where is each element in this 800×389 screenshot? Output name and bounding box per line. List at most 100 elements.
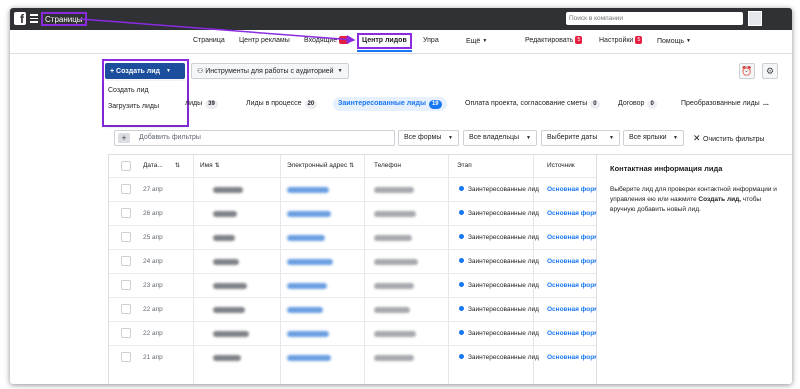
row-source[interactable]: Основная форма: [547, 202, 603, 226]
header-email[interactable]: Электронный адрес ⇅: [287, 155, 354, 177]
gear-icon[interactable]: ⚙: [762, 63, 778, 79]
row-source[interactable]: Основная форма: [547, 322, 603, 346]
add-filters-label: Добавить фильтры: [139, 134, 201, 141]
row-stage: Заинтересованные лид: [459, 226, 539, 250]
row-name-redacted: [213, 235, 235, 241]
tab-label: Договор: [618, 100, 645, 107]
nav-settings-label: Настройки: [599, 37, 634, 44]
table-row[interactable]: 23 апр Заинтересованные лид Основная форма: [109, 273, 603, 298]
audience-tools-label: Инструменты для работы с аудиторией: [205, 68, 334, 75]
row-phone-redacted: [374, 211, 416, 217]
table-row[interactable]: 22 апр Заинтересованные лид Основная форма: [109, 297, 603, 321]
row-source[interactable]: Основная форма: [547, 250, 603, 274]
pages-label[interactable]: Страницы: [41, 12, 87, 26]
tab-label: Оплата проекта, согласование сметы: [465, 100, 588, 107]
tab-payment[interactable]: Оплата проекта, согласование сметы 0: [465, 97, 600, 111]
row-checkbox[interactable]: [121, 256, 131, 266]
menu-icon[interactable]: [30, 14, 38, 23]
row-email-redacted: [287, 307, 323, 313]
row-email-redacted: [287, 283, 327, 289]
create-lead-button[interactable]: + Создать лид ▼: [105, 63, 185, 79]
row-stage-label: Заинтересованные лид: [468, 258, 539, 265]
row-phone-redacted: [374, 187, 414, 193]
tab-in-progress[interactable]: Лиды в процессе 20: [246, 97, 318, 111]
add-filters-input[interactable]: + Добавить фильтры: [114, 130, 395, 146]
row-source[interactable]: Основная форма: [547, 178, 603, 202]
sort-icon: ⇅: [349, 163, 355, 169]
nav-help[interactable]: Помощь ▼: [657, 30, 691, 54]
leads-table: Дата... ⇅ Имя ⇅ Электронный адрес ⇅ Телефон…: [108, 154, 603, 384]
nav-settings[interactable]: Настройки 5: [599, 30, 643, 54]
app-window: f Страницы Страница Центр рекламы Входящ…: [10, 8, 792, 384]
tab-label: лиды: [185, 100, 203, 107]
row-name-redacted: [213, 331, 249, 337]
row-source[interactable]: Основная форма: [547, 274, 603, 298]
labels-filter-label: Все ярлыки: [629, 134, 667, 141]
row-email-redacted: [287, 187, 329, 193]
tab-converted[interactable]: Преобразованные лиды: [681, 97, 760, 111]
chevron-down-icon: ▼: [673, 135, 678, 141]
row-email-redacted: [287, 355, 331, 361]
nav-pages[interactable]: Страница: [193, 30, 225, 54]
row-checkbox[interactable]: [121, 184, 131, 194]
forms-filter[interactable]: Все формы ▼: [398, 130, 459, 146]
owners-filter[interactable]: Все владельцы ▼: [463, 130, 537, 146]
table-row[interactable]: 21 апр Заинтересованные лид Основная форма: [109, 345, 603, 369]
edit-badge: 5: [575, 36, 583, 44]
row-stage: Заинтересованные лид: [459, 202, 539, 226]
facebook-logo-icon[interactable]: f: [14, 12, 26, 26]
dates-filter-label: Выберите даты: [547, 134, 598, 141]
nav-manage[interactable]: Упра: [423, 30, 439, 54]
row-checkbox[interactable]: [121, 304, 131, 314]
header-name[interactable]: Имя ⇅: [200, 155, 220, 177]
nav-edit[interactable]: Редактировать 5: [525, 30, 583, 54]
create-lead-label: Создать лид: [116, 67, 160, 75]
sort-icon: ⇅: [214, 163, 220, 169]
row-name-redacted: [213, 211, 237, 217]
row-name-redacted: [213, 307, 245, 313]
row-source[interactable]: Основная форма: [547, 226, 603, 250]
table-row[interactable]: 22 апр Заинтересованные лид Основная форма: [109, 321, 603, 345]
row-stage: Заинтересованные лид: [459, 274, 539, 298]
avatar[interactable]: [748, 11, 762, 26]
nav-ads-center[interactable]: Центр рекламы: [239, 30, 290, 54]
table-row[interactable]: 27 апр Заинтересованные лид Основная форма: [109, 177, 603, 201]
panel-create-lead-link[interactable]: Создать лид,: [698, 196, 741, 203]
table-row[interactable]: 25 апр Заинтересованные лид Основная форма: [109, 225, 603, 250]
table-row[interactable]: 26 апр Заинтересованные лид Основная форма: [109, 201, 603, 226]
row-stage-label: Заинтересованные лид: [468, 354, 539, 361]
row-phone-redacted: [374, 283, 414, 289]
row-source[interactable]: Основная форма: [547, 298, 603, 322]
row-checkbox[interactable]: [121, 232, 131, 242]
audience-tools-button[interactable]: ⚇ Инструменты для работы с аудиторией ▼: [191, 63, 349, 79]
labels-filter[interactable]: Все ярлыки ▼: [623, 130, 684, 146]
row-stage-label: Заинтересованные лид: [468, 306, 539, 313]
dropdown-create-lead[interactable]: Создать лид: [108, 87, 149, 94]
tab-all-leads[interactable]: лиды 39: [185, 97, 218, 111]
tabs-more-button[interactable]: ...: [763, 97, 769, 111]
nav-inbox[interactable]: Входящие: [304, 30, 350, 54]
header-source[interactable]: Источник: [547, 155, 575, 177]
row-source[interactable]: Основная форма: [547, 346, 603, 370]
header-date[interactable]: Дата... ⇅: [143, 155, 180, 177]
table-row[interactable]: 24 апр Заинтересованные лид Основная форма: [109, 249, 603, 273]
nav-more[interactable]: Ещё ▼: [466, 30, 487, 54]
row-checkbox[interactable]: [121, 280, 131, 290]
panel-description: Выберите лид для проверки контактной инф…: [610, 185, 785, 215]
tab-contract[interactable]: Договор 0: [618, 97, 657, 111]
header-phone[interactable]: Телефон: [374, 155, 401, 177]
clock-icon[interactable]: ⏰: [739, 63, 755, 79]
search-input[interactable]: [566, 12, 743, 25]
row-checkbox[interactable]: [121, 352, 131, 362]
row-stage-label: Заинтересованные лид: [468, 282, 539, 289]
stage-dot: [459, 354, 464, 359]
header-stage[interactable]: Этап: [457, 155, 472, 177]
tab-interested[interactable]: Заинтересованные лиды 19: [333, 97, 447, 111]
dates-filter[interactable]: Выберите даты ▼: [541, 130, 620, 146]
select-all-checkbox[interactable]: [121, 161, 131, 171]
row-checkbox[interactable]: [121, 208, 131, 218]
nav-leads-center[interactable]: Центр лидов: [357, 33, 412, 52]
row-checkbox[interactable]: [121, 328, 131, 338]
clear-filters-button[interactable]: ✕ Очистить фильтры: [693, 130, 764, 146]
settings-badge: 5: [635, 36, 643, 44]
